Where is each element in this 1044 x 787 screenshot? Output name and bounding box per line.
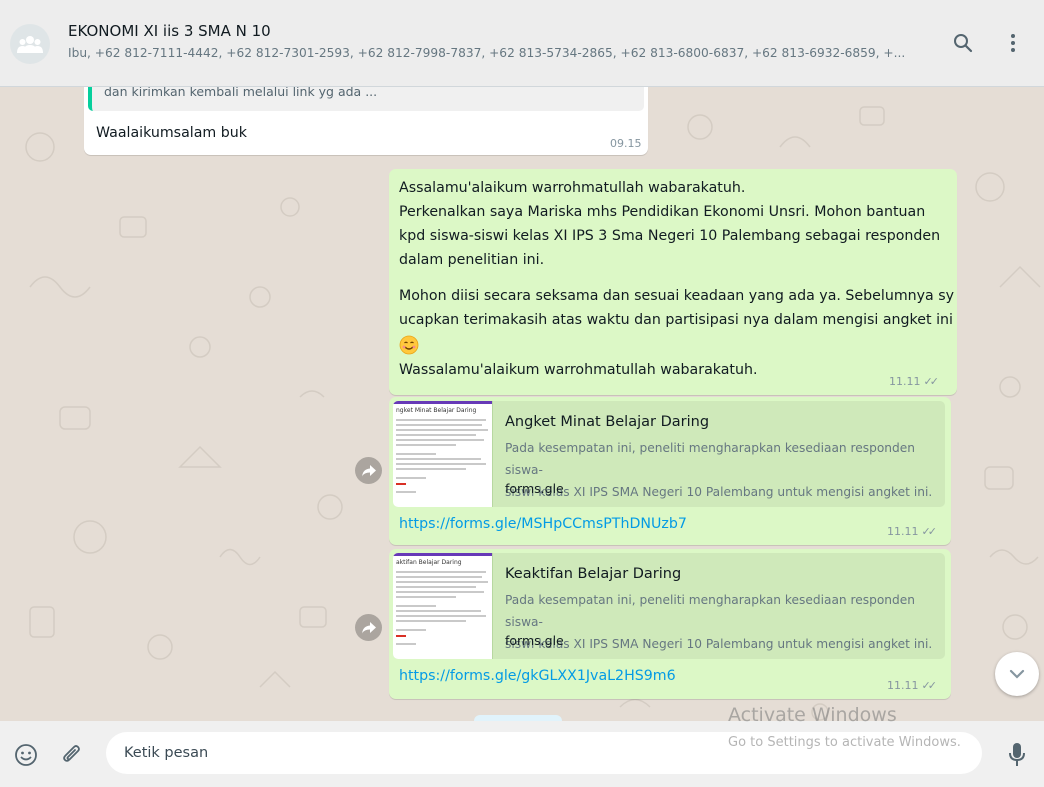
forward-icon <box>361 464 376 476</box>
double-check-icon: ✓✓ <box>921 679 938 692</box>
chat-header: EKONOMI XI iis 3 SMA N 10 Ibu, +62 812-7… <box>0 0 1044 87</box>
search-button[interactable] <box>950 30 976 56</box>
message-text: Waalaikumsalam buk <box>96 125 247 141</box>
link-domain: forms.gle <box>505 633 564 648</box>
chat-title[interactable]: EKONOMI XI iis 3 SMA N 10 <box>68 22 271 40</box>
message-line: ucapkan terimakasih atas waktu dan parti… <box>399 312 953 328</box>
link-description: Pada kesempatan ini, peneliti mengharapk… <box>505 437 945 503</box>
attach-button[interactable] <box>58 741 86 769</box>
quoted-text: dan kirimkan kembali melalui link yg ada… <box>104 87 378 99</box>
menu-dots-icon <box>1011 34 1015 52</box>
time-text: 11.11 <box>887 679 919 692</box>
link-thumbnail: aktifan Belajar Daring <box>393 553 493 659</box>
link-description-line: siswi kelas XI IPS SMA Negeri 10 Palemba… <box>505 485 933 499</box>
link-title: Angket Minat Belajar Daring <box>505 414 710 430</box>
link-description-line: Pada kesempatan ini, peneliti mengharapk… <box>505 441 915 477</box>
participants-list[interactable]: Ibu, +62 812-7111-4442, +62 812-7301-259… <box>68 46 938 60</box>
scroll-down-button[interactable] <box>995 652 1039 696</box>
menu-button[interactable] <box>1000 30 1026 56</box>
microphone-icon <box>1009 743 1025 766</box>
time-text: 11.11 <box>887 525 919 538</box>
message-line: dalam penelitian ini. <box>399 252 545 268</box>
emoji-button[interactable] <box>12 741 40 769</box>
message-line: Wassalamu'alaikum warrohmatullah wabarak… <box>399 362 758 378</box>
form-header-bar <box>393 553 492 556</box>
link-preview-card[interactable]: ngket Minat Belajar Daring Angket Minat … <box>393 401 945 507</box>
time-text: 11.11 <box>889 375 921 388</box>
link-message[interactable]: aktifan Belajar Daring Keaktifan Belajar… <box>389 549 951 699</box>
form-link[interactable]: https://forms.gle/gkGLXX1JvaL2HS9m6 <box>399 668 676 684</box>
form-header-bar <box>393 401 492 404</box>
composer-bar <box>0 721 1044 787</box>
link-description-line: Pada kesempatan ini, peneliti mengharapk… <box>505 593 915 629</box>
message-input[interactable] <box>106 732 982 774</box>
search-icon <box>954 34 973 53</box>
link-message[interactable]: ngket Minat Belajar Daring Angket Minat … <box>389 397 951 545</box>
message-line: Mohon diisi secara seksama dan sesuai ke… <box>399 288 955 304</box>
voice-message-button[interactable] <box>1003 741 1031 769</box>
message-line: Assalamu'alaikum warrohmatullah wabaraka… <box>399 180 746 196</box>
group-avatar[interactable] <box>10 24 50 64</box>
group-icon <box>17 36 43 53</box>
thumbnail-title: aktifan Belajar Daring <box>396 559 462 566</box>
message-line: kpd siswa-siswi kelas XI IPS 3 Sma Neger… <box>399 228 941 244</box>
paperclip-icon <box>63 745 80 762</box>
message-time: 11.11 ✓✓ <box>887 525 938 538</box>
link-description: Pada kesempatan ini, peneliti mengharapk… <box>505 589 945 655</box>
quoted-message[interactable]: dan kirimkan kembali melalui link yg ada… <box>88 87 644 111</box>
form-link[interactable]: https://forms.gle/MSHpCCmsPThDNUzb7 <box>399 516 687 532</box>
forward-icon <box>361 621 376 633</box>
link-preview-card[interactable]: aktifan Belajar Daring Keaktifan Belajar… <box>393 553 945 659</box>
double-check-icon: ✓✓ <box>921 525 938 538</box>
message-time: 11.11 ✓✓ <box>887 679 938 692</box>
form-text-lines <box>396 419 488 493</box>
incoming-message[interactable]: dan kirimkan kembali melalui link yg ada… <box>84 87 648 155</box>
double-check-icon: ✓✓ <box>923 375 940 388</box>
chevron-down-icon <box>1009 669 1025 679</box>
link-title: Keaktifan Belajar Daring <box>505 566 682 582</box>
chat-area[interactable]: dan kirimkan kembali melalui link yg ada… <box>0 87 1044 721</box>
form-text-lines <box>396 571 488 645</box>
message-time: 09.15 <box>610 137 642 150</box>
message-line: Perkenalkan saya Mariska mhs Pendidikan … <box>399 204 926 220</box>
thumbnail-title: ngket Minat Belajar Daring <box>396 407 477 414</box>
link-thumbnail: ngket Minat Belajar Daring <box>393 401 493 507</box>
forward-button[interactable] <box>355 457 382 484</box>
forward-button[interactable] <box>355 614 382 641</box>
message-time: 11.11 ✓✓ <box>889 375 940 388</box>
emoji-icon <box>15 744 37 766</box>
outgoing-message[interactable]: Assalamu'alaikum warrohmatullah wabaraka… <box>389 169 957 395</box>
link-domain: forms.gle <box>505 481 564 496</box>
smiling-face-emoji <box>399 335 419 355</box>
link-description-line: siswi kelas XI IPS SMA Negeri 10 Palemba… <box>505 637 933 651</box>
